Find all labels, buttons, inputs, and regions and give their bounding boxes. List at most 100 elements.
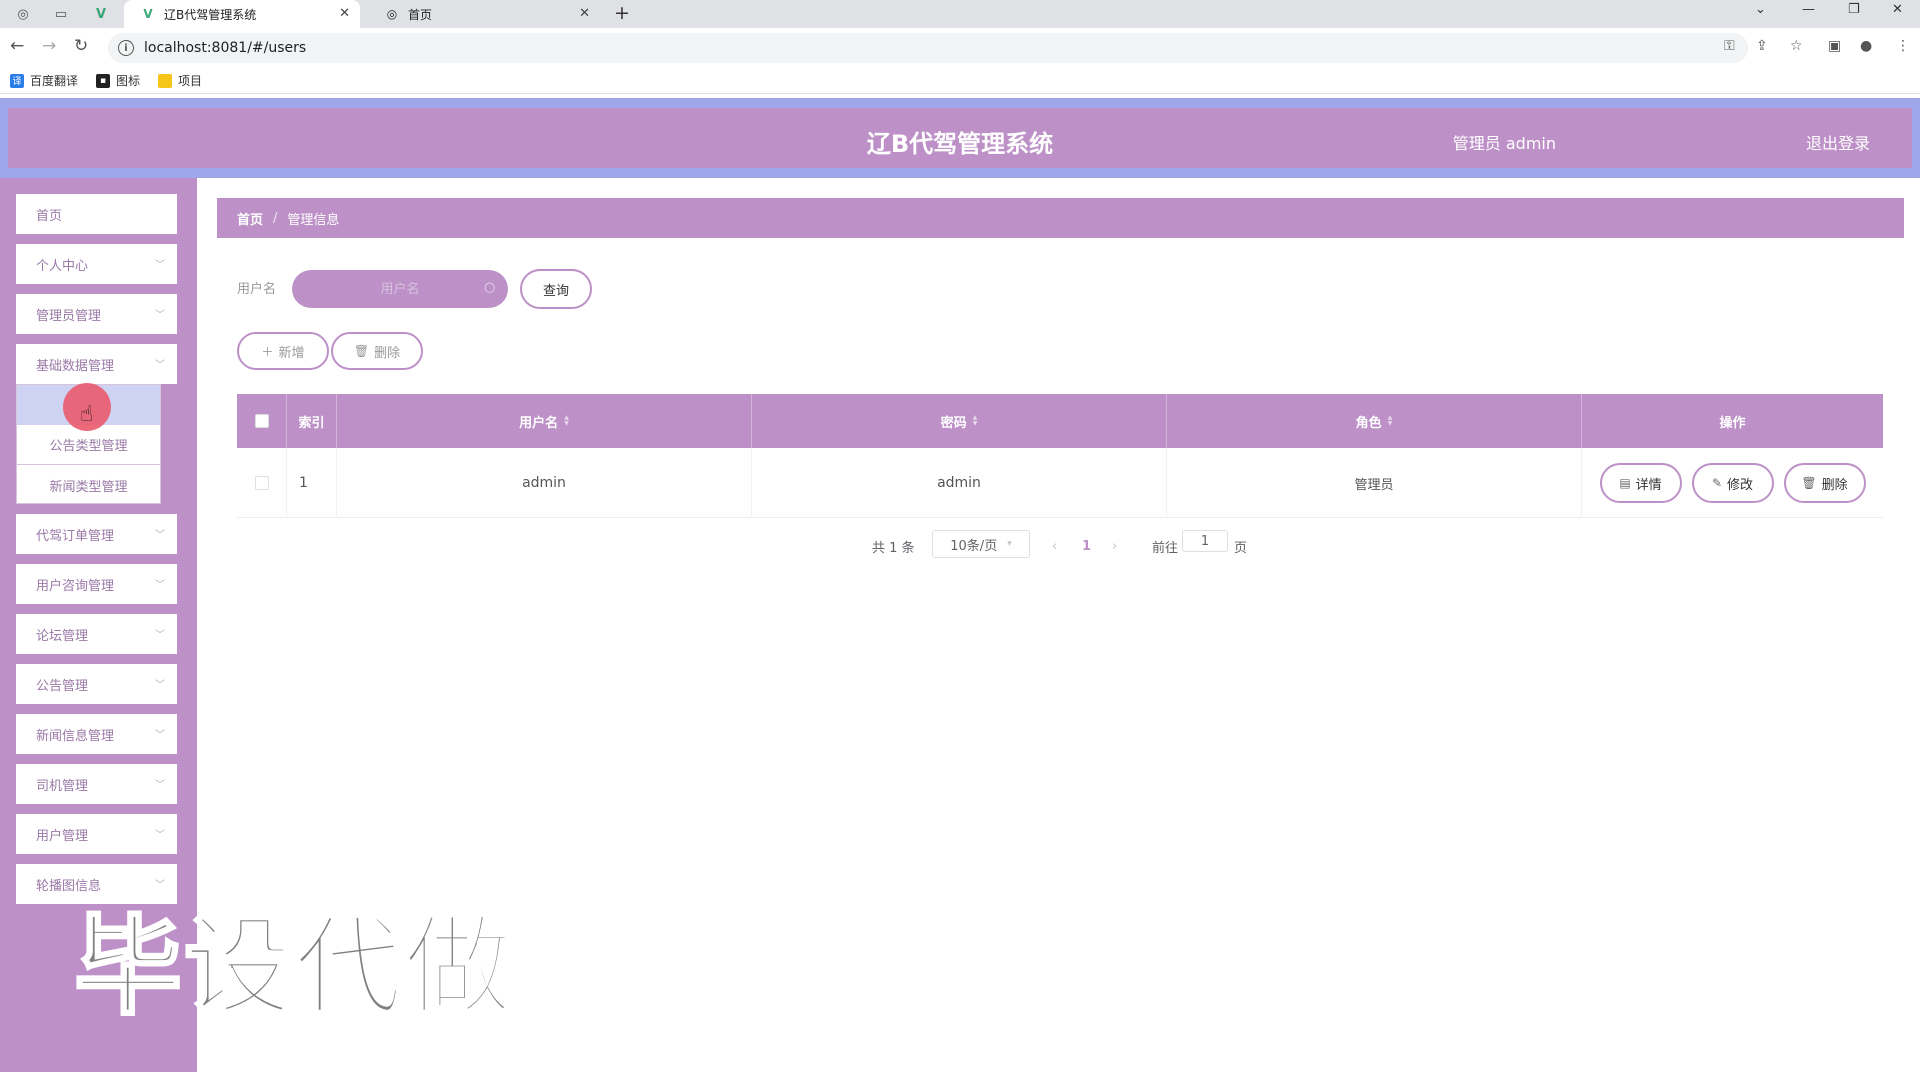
add-button[interactable]: ＋ 新增 [237,332,329,370]
side-panel-icon[interactable]: ▣ [1828,38,1841,54]
pinned-tab-blank-icon[interactable]: ▭ [46,2,76,26]
search-input[interactable] [292,270,508,308]
sidebar-item-consult-management[interactable]: 用户咨询管理 ﹀ [16,564,177,604]
sidebar-item-basic-data[interactable]: 基础数据管理 ﹀ [16,344,177,384]
column-password[interactable]: 密码 ▲ ▼ [752,394,1167,448]
tab-active[interactable]: V 辽B代驾管理系统 ✕ [124,0,360,28]
minimize-button[interactable]: — [1802,2,1815,17]
site-info-icon[interactable]: i [118,40,134,56]
sidebar-item-label: 新闻信息管理 [36,728,115,744]
column-index: 索引 [287,394,337,448]
bookmark-star-icon[interactable]: ☆ [1790,38,1803,54]
more-menu-icon[interactable]: ⋮ [1896,38,1910,54]
row-checkbox[interactable] [254,476,269,490]
hand-cursor-icon: ☝ [80,402,94,427]
bookmark-label: 图标 [116,74,141,88]
sort-icon[interactable]: ▲ ▼ [564,415,569,427]
sidebar-item-label: 论坛管理 [36,628,89,644]
cell-actions: ▤ 详情 ✎ 修改 🗑 删除 [1582,448,1883,518]
next-page-icon[interactable]: › [1112,530,1117,562]
detail-button[interactable]: ▤ 详情 [1599,463,1682,503]
sidebar-item-label: 管理员管理 [36,308,102,324]
add-button-label: 新增 [278,345,305,361]
reload-icon[interactable]: ↻ [74,36,88,56]
edit-button[interactable]: ✎ 修改 [1691,463,1774,503]
address-bar-row: ← → ↻ i localhost:8081/#/users ⚿ ⇪ ☆ ▣ ●… [0,28,1920,68]
chevron-down-icon: ﹀ [155,580,165,591]
sidebar-item-admin-management[interactable]: 管理员管理 ﹀ [16,294,177,334]
chevron-down-icon: ﹀ [155,260,165,271]
bookmark-label: 百度翻译 [30,74,79,88]
sidebar-item-home[interactable]: 首页 [16,194,177,234]
pinned-tab-vue-icon[interactable]: V [86,2,116,26]
sidebar-item-order-management[interactable]: 代驾订单管理 ﹀ [16,514,177,554]
bookmarks-bar: 译 百度翻译 ▪ 图标 项目 [0,68,1920,94]
sort-icon[interactable]: ▲ ▼ [1388,415,1393,427]
trash-icon: 🗑 [353,344,370,358]
column-username[interactable]: 用户名 ▲ ▼ [337,394,752,448]
column-header-label: 用户名 [519,415,559,431]
breadcrumb-current: 管理信息 [287,212,340,228]
forward-icon[interactable]: → [42,36,56,56]
delete-button[interactable]: 🗑 删除 [331,332,423,370]
chevron-down-icon: ﹀ [155,680,165,691]
chevron-down-icon: ﹀ [155,530,165,541]
prev-page-icon[interactable]: ‹ [1052,530,1057,562]
bookmark-icons[interactable]: ▪ 图标 [96,72,140,89]
row-checkbox-cell [237,448,287,518]
tab-search-icon[interactable]: ⌄ [1755,2,1766,17]
chevron-down-icon: ﹀ [155,780,165,791]
pinned-tab-globe-icon[interactable]: ◎ [8,2,38,26]
close-tab-icon[interactable]: ✕ [579,6,590,21]
select-all-checkbox[interactable] [254,414,269,428]
password-key-icon[interactable]: ⚿ [1724,38,1735,54]
profile-avatar-icon[interactable]: ● [1860,38,1872,54]
sidebar-item-driver-management[interactable]: 司机管理 ﹀ [16,764,177,804]
submenu-item-news-type[interactable]: 新闻类型管理 [17,465,160,505]
goto-page-input[interactable]: 1 [1182,530,1228,552]
edit-button-label: 修改 [1727,477,1754,493]
sidebar-item-forum-management[interactable]: 论坛管理 ﹀ [16,614,177,654]
cell-index: 1 [287,448,337,518]
close-tab-icon[interactable]: ✕ [339,6,350,21]
detail-button-label: 详情 [1635,477,1662,493]
browser-tab-bar: ◎ ▭ V V 辽B代驾管理系统 ✕ ◎ 首页 ✕ + ⌄ — ❐ ✕ [0,0,1920,28]
image-icon: ▪ [96,73,111,88]
submenu-item-label: 新闻类型管理 [49,479,128,495]
breadcrumb: 首页 / 管理信息 [217,198,1904,238]
sidebar-item-personal-center[interactable]: 个人中心 ﹀ [16,244,177,284]
sidebar-item-news-management[interactable]: 新闻信息管理 ﹀ [16,714,177,754]
column-header-label: 操作 [1719,415,1746,431]
close-window-button[interactable]: ✕ [1892,2,1903,17]
chevron-down-icon: ﹀ [155,630,165,641]
globe-icon: ◎ [386,7,398,21]
restore-button[interactable]: ❐ [1848,2,1860,17]
page-size-select[interactable]: 10条/页 ▾ [932,530,1030,558]
chevron-down-icon: ﹀ [155,830,165,841]
page-number-current[interactable]: 1 [1082,530,1091,562]
query-button[interactable]: 查询 [520,269,592,309]
watermark-text: 毕设代做 [72,904,515,1032]
page-size-value: 10条/页 [950,538,998,554]
bookmark-project[interactable]: 项目 [158,72,202,89]
sidebar-item-notice-management[interactable]: 公告管理 ﹀ [16,664,177,704]
sort-icon[interactable]: ▲ ▼ [973,415,978,427]
sidebar-item-label: 基础数据管理 [36,358,115,374]
row-delete-button[interactable]: 🗑 删除 [1783,463,1866,503]
cell-role: 管理员 [1167,448,1582,518]
new-tab-button[interactable]: + [614,2,630,24]
bookmark-baidu-translate[interactable]: 译 百度翻译 [10,72,78,89]
submenu-item-notice-type[interactable]: 公告类型管理 [17,425,160,465]
sidebar-item-user-management[interactable]: 用户管理 ﹀ [16,814,177,854]
url-field[interactable]: i localhost:8081/#/users [108,33,1748,63]
sidebar-item-label: 个人中心 [36,258,89,274]
share-icon[interactable]: ⇪ [1756,38,1768,54]
pagination-total: 共 1 条 [872,540,915,556]
back-icon[interactable]: ← [10,36,24,56]
logout-link[interactable]: 退出登录 [1806,130,1870,154]
column-header-label: 角色 [1355,415,1382,431]
breadcrumb-home[interactable]: 首页 [237,209,263,228]
column-role[interactable]: 角色 ▲ ▼ [1167,394,1582,448]
column-header-label: 密码 [940,415,967,431]
tab-home[interactable]: ◎ 首页 ✕ [368,0,600,28]
